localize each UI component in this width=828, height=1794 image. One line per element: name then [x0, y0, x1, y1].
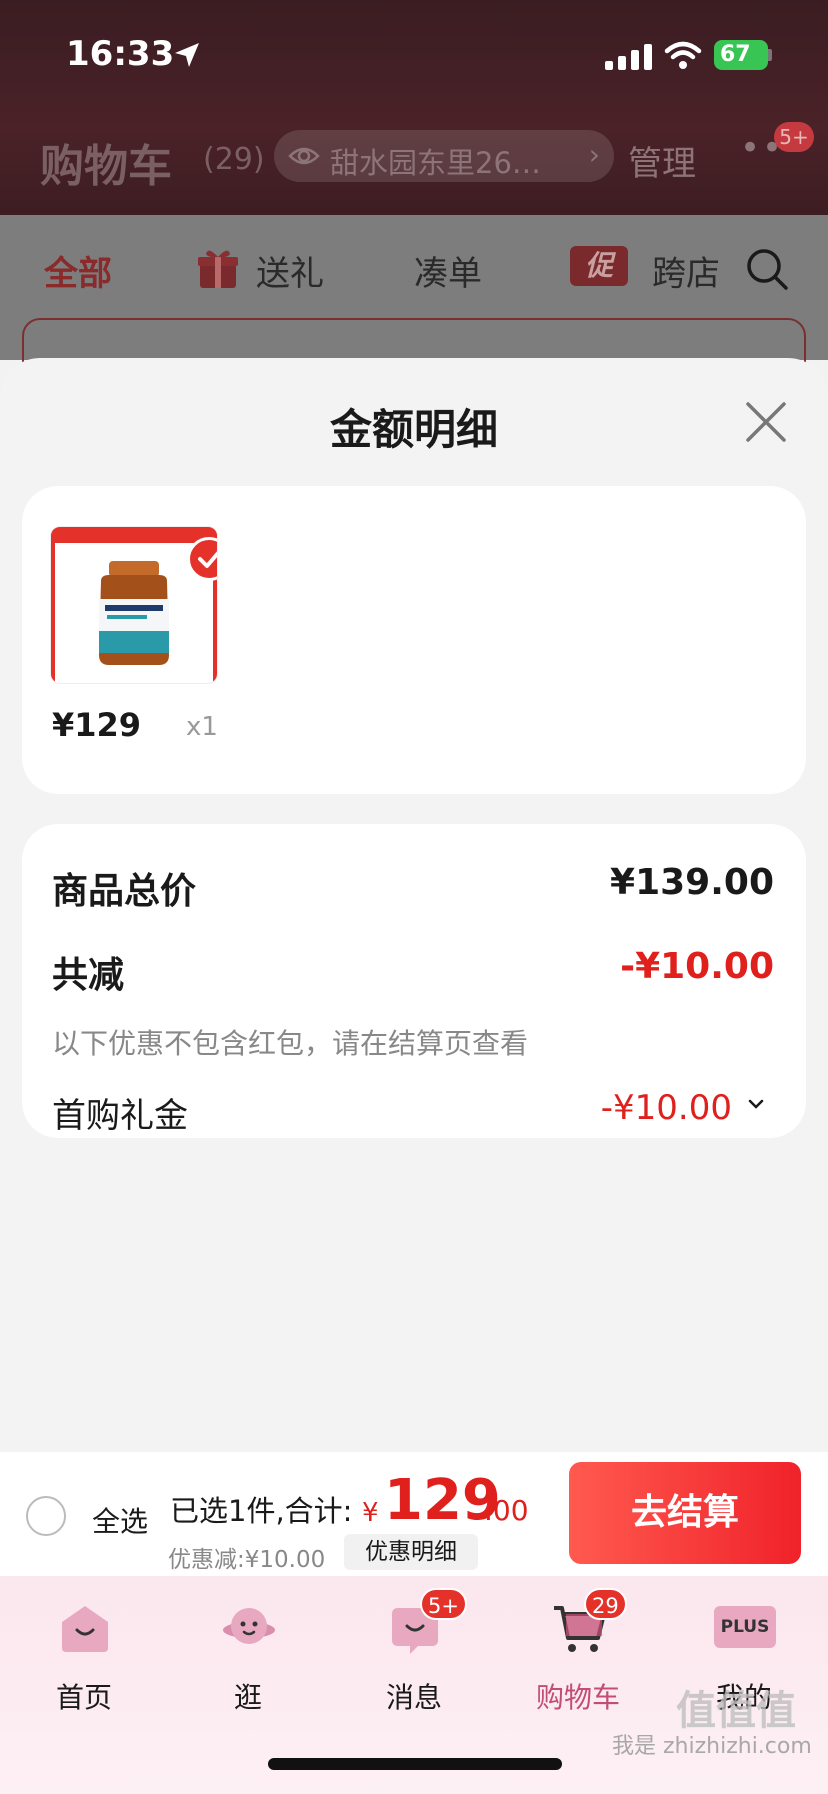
- tab-cross-store[interactable]: 跨店: [652, 246, 720, 295]
- product-price: ¥129: [52, 706, 142, 744]
- first-purchase-gift-value[interactable]: -¥10.00: [601, 1088, 732, 1128]
- battery-level: 67: [720, 42, 751, 67]
- nav-messages[interactable]: 5+ 消息: [344, 1588, 484, 1714]
- tab-all[interactable]: 全部: [44, 246, 112, 295]
- location-arrow-icon: [175, 43, 199, 67]
- close-icon[interactable]: [738, 394, 794, 450]
- plus-icon: PLUS: [714, 1606, 776, 1648]
- product-quantity: x1: [186, 712, 218, 742]
- cart-count: (29): [203, 142, 265, 177]
- checkout-button[interactable]: 去结算: [569, 1462, 801, 1564]
- select-all-label[interactable]: 全选: [92, 1500, 148, 1540]
- product-card: ¥129 x1: [22, 486, 806, 794]
- check-icon: [198, 551, 217, 568]
- address-text: 甜水园东里26…: [330, 146, 541, 180]
- chevron-right-icon: ›: [588, 138, 600, 171]
- total-reduce-value: -¥10.00: [620, 946, 774, 987]
- price-summary-card: 商品总价 ¥139.00 共减 -¥10.00 以下优惠不包含红包，请在结算页查…: [22, 824, 806, 1138]
- nav-explore[interactable]: 逛: [178, 1592, 318, 1714]
- cellular-signal-icon: [605, 44, 652, 70]
- total-price-label: 商品总价: [52, 871, 197, 912]
- nav-cart-label: 购物车: [535, 1681, 620, 1714]
- tab-bundle[interactable]: 凑单: [414, 246, 482, 295]
- amount-detail-sheet: 金额明细 ¥129 x1 商品总价 ¥139.00 共减 -¥10.00 以下优…: [0, 358, 828, 1453]
- home-icon: [62, 1606, 108, 1652]
- more-badge: 5+: [774, 122, 814, 152]
- promo-icon: 促: [570, 246, 628, 286]
- gift-icon: [198, 250, 238, 288]
- home-indicator: [268, 1758, 562, 1770]
- cart-title: 购物车: [40, 141, 172, 192]
- chevron-down-icon[interactable]: [746, 1094, 766, 1114]
- checkout-bar: 全选 已选1件,合计: ¥ 129 .00 优惠减:¥10.00 优惠明细 去结…: [0, 1452, 828, 1576]
- nav-cart[interactable]: 29 购物车: [508, 1588, 648, 1714]
- sheet-title: 金额明细: [329, 405, 498, 454]
- total-decimal: .00: [484, 1494, 529, 1527]
- cart-badge: 29: [584, 1588, 627, 1620]
- search-icon[interactable]: [744, 246, 790, 292]
- nav-home[interactable]: 首页: [14, 1592, 154, 1714]
- battery-indicator: 67: [714, 40, 768, 70]
- nav-explore-label: 逛: [233, 1681, 262, 1714]
- manage-button[interactable]: 管理: [628, 136, 696, 185]
- address-selector[interactable]: 甜水园东里26… ›: [274, 130, 614, 182]
- discount-note: 以下优惠不包含红包，请在结算页查看: [52, 1027, 529, 1060]
- discount-detail-button[interactable]: 优惠明细: [344, 1534, 478, 1570]
- first-purchase-gift-label: 首购礼金: [52, 1096, 188, 1136]
- status-bar: 16:33 67: [0, 0, 828, 110]
- messages-badge: 5+: [420, 1588, 467, 1620]
- total-price-value: ¥139.00: [610, 862, 774, 903]
- total-currency: ¥: [362, 1498, 379, 1528]
- selected-summary: 已选1件,合计:: [170, 1494, 353, 1528]
- battery-cap: [768, 49, 772, 61]
- wifi-icon: [664, 41, 702, 69]
- tab-gift[interactable]: 送礼: [256, 246, 324, 295]
- nav-home-label: 首页: [55, 1681, 112, 1714]
- plus-icon-text: PLUS: [720, 1617, 770, 1637]
- selected-check-badge: [187, 537, 217, 581]
- eye-icon: [288, 147, 320, 165]
- nav-messages-label: 消息: [385, 1681, 442, 1714]
- planet-icon: [223, 1608, 275, 1644]
- total-reduce-label: 共减: [52, 955, 125, 996]
- select-all-checkbox[interactable]: [26, 1496, 66, 1536]
- status-time: 16:33: [66, 34, 175, 74]
- watermark-text: 我是 zhizhizhi.com: [612, 1734, 812, 1759]
- discount-amount: 优惠减:¥10.00: [168, 1547, 326, 1573]
- product-image[interactable]: [50, 526, 218, 684]
